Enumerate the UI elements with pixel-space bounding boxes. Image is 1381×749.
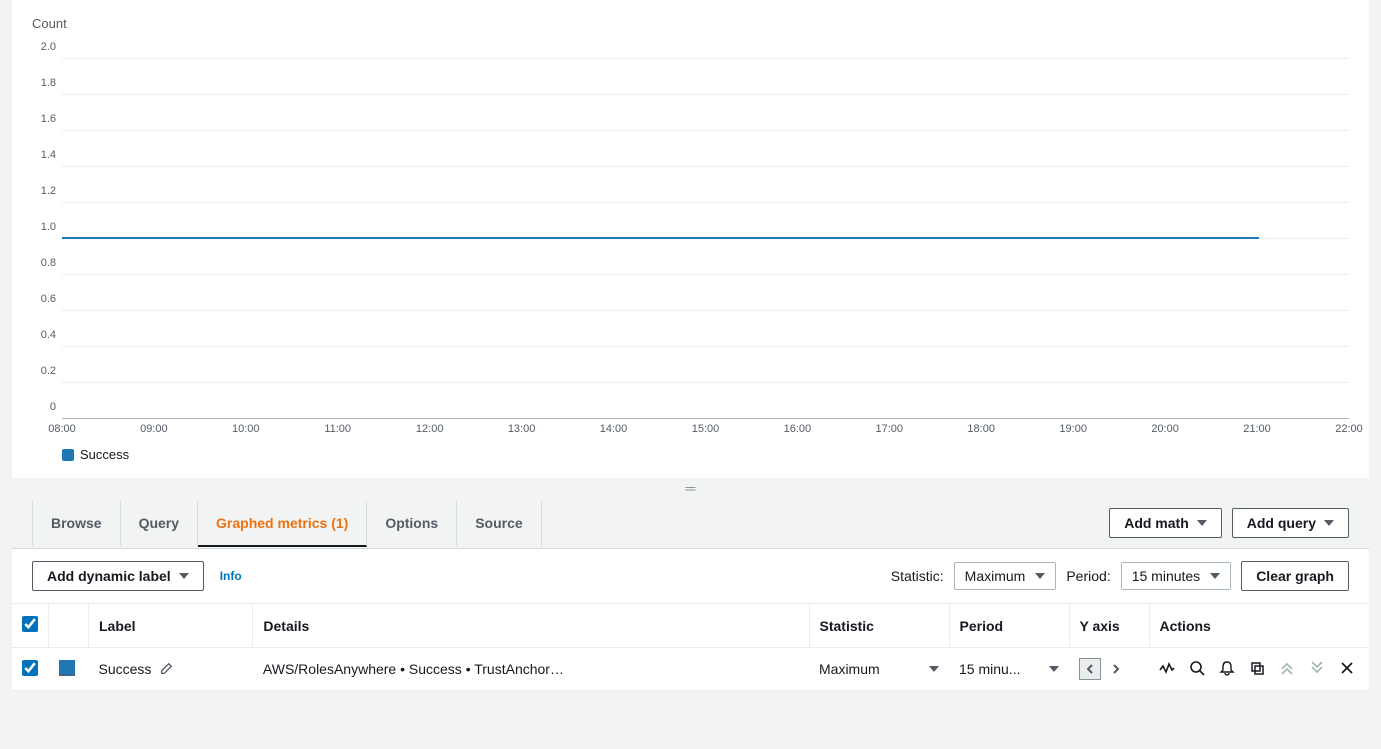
x-tick: 19:00 xyxy=(1059,423,1087,435)
chevron-left-icon xyxy=(1085,664,1095,674)
button-label: Add dynamic label xyxy=(47,568,171,584)
tab-source[interactable]: Source xyxy=(457,501,541,546)
table-row: Success AWS/RolesAnywhere • Success • Tr… xyxy=(12,648,1369,691)
y-tick: 1.8 xyxy=(32,77,56,89)
legend-swatch xyxy=(62,449,74,461)
table-header-row: Label Details Statistic Period Y axis Ac… xyxy=(12,604,1369,648)
y-tick: 0.4 xyxy=(32,329,56,341)
metric-label: Success xyxy=(99,661,152,677)
resize-handle-icon[interactable]: ═ xyxy=(0,478,1381,498)
search-icon[interactable] xyxy=(1189,660,1205,676)
duplicate-icon[interactable] xyxy=(1249,660,1265,676)
series-color-swatch[interactable] xyxy=(59,660,75,676)
info-link[interactable]: Info xyxy=(220,569,242,583)
col-label: Label xyxy=(89,604,253,648)
select-value: 15 minu... xyxy=(959,661,1020,677)
chart-panel: Count 0 0.2 0.4 0.6 0.8 1.0 1.2 1.4 1.6 … xyxy=(12,0,1369,478)
tab-browse[interactable]: Browse xyxy=(32,501,121,546)
y-tick: 1.2 xyxy=(32,185,56,197)
select-value: Maximum xyxy=(965,568,1026,584)
chart-area[interactable]: 0 0.2 0.4 0.6 0.8 1.0 1.2 1.4 1.6 1.8 2.… xyxy=(62,39,1349,439)
metrics-table: Label Details Statistic Period Y axis Ac… xyxy=(12,604,1369,691)
y-tick: 1.4 xyxy=(32,149,56,161)
chart-y-axis-title: Count xyxy=(32,16,1349,31)
edit-icon[interactable] xyxy=(159,662,173,676)
tab-query[interactable]: Query xyxy=(121,501,198,546)
select-all-checkbox[interactable] xyxy=(22,616,38,632)
tab-graphed-metrics[interactable]: Graphed metrics (1) xyxy=(198,501,367,547)
select-value: 15 minutes xyxy=(1132,568,1200,584)
legend-label: Success xyxy=(80,447,129,462)
add-math-button[interactable]: Add math xyxy=(1109,508,1222,538)
controls-row: Add dynamic label Info Statistic: Maximu… xyxy=(12,549,1369,604)
tabs-row: Browse Query Graphed metrics (1) Options… xyxy=(12,498,1369,549)
x-ticks: 08:00 09:00 10:00 11:00 12:00 13:00 14:0… xyxy=(62,423,1349,439)
x-tick: 09:00 xyxy=(140,423,168,435)
caret-down-icon xyxy=(929,666,939,672)
col-statistic: Statistic xyxy=(809,604,949,648)
caret-down-icon xyxy=(1049,666,1059,672)
chart-legend: Success xyxy=(62,447,1349,462)
y-tick: 0.8 xyxy=(32,257,56,269)
anomaly-detection-icon[interactable] xyxy=(1159,660,1175,676)
button-label: Add query xyxy=(1247,515,1316,531)
x-tick: 08:00 xyxy=(48,423,76,435)
clear-graph-button[interactable]: Clear graph xyxy=(1241,561,1349,591)
y-tick: 1.0 xyxy=(32,221,56,233)
col-yaxis: Y axis xyxy=(1069,604,1149,648)
metric-details: AWS/RolesAnywhere • Success • TrustAncho… xyxy=(263,661,564,677)
move-down-icon[interactable] xyxy=(1309,660,1325,676)
x-tick: 20:00 xyxy=(1151,423,1179,435)
select-value: Maximum xyxy=(819,661,880,677)
row-checkbox[interactable] xyxy=(22,660,38,676)
x-tick: 11:00 xyxy=(324,423,351,435)
x-tick: 21:00 xyxy=(1243,423,1271,435)
chevron-right-icon xyxy=(1111,664,1121,674)
add-dynamic-label-button[interactable]: Add dynamic label xyxy=(32,561,204,591)
caret-down-icon xyxy=(179,573,189,579)
x-tick: 16:00 xyxy=(784,423,812,435)
x-tick: 17:00 xyxy=(876,423,904,435)
x-tick: 14:00 xyxy=(600,423,628,435)
add-query-button[interactable]: Add query xyxy=(1232,508,1349,538)
move-up-icon[interactable] xyxy=(1279,660,1295,676)
yaxis-left-button[interactable] xyxy=(1079,658,1101,680)
col-actions: Actions xyxy=(1149,604,1369,648)
y-tick: 1.6 xyxy=(32,113,56,125)
button-label: Clear graph xyxy=(1256,568,1334,584)
caret-down-icon xyxy=(1035,573,1045,579)
col-details: Details xyxy=(253,604,809,648)
statistic-select[interactable]: Maximum xyxy=(954,562,1057,590)
alarm-bell-icon[interactable] xyxy=(1219,660,1235,676)
y-tick: 0.6 xyxy=(32,293,56,305)
remove-icon[interactable] xyxy=(1339,660,1355,676)
x-tick: 12:00 xyxy=(416,423,444,435)
tabs: Browse Query Graphed metrics (1) Options… xyxy=(32,501,542,546)
x-tick: 15:00 xyxy=(692,423,720,435)
period-select[interactable]: 15 minutes xyxy=(1121,562,1231,590)
y-tick: 0.2 xyxy=(32,365,56,377)
x-tick: 18:00 xyxy=(967,423,995,435)
chart-series-line xyxy=(62,237,1259,239)
x-axis xyxy=(62,418,1349,419)
button-label: Add math xyxy=(1124,515,1189,531)
x-tick: 22:00 xyxy=(1335,423,1363,435)
y-tick: 2.0 xyxy=(32,41,56,53)
statistic-label: Statistic: xyxy=(891,568,944,584)
row-statistic-select[interactable]: Maximum xyxy=(819,661,939,677)
row-period-select[interactable]: 15 minu... xyxy=(959,661,1059,677)
x-tick: 10:00 xyxy=(232,423,260,435)
tab-options[interactable]: Options xyxy=(367,501,457,546)
caret-down-icon xyxy=(1210,573,1220,579)
col-period: Period xyxy=(949,604,1069,648)
x-tick: 13:00 xyxy=(508,423,536,435)
caret-down-icon xyxy=(1324,520,1334,526)
y-tick: 0 xyxy=(32,401,56,413)
caret-down-icon xyxy=(1197,520,1207,526)
yaxis-right-button[interactable] xyxy=(1105,658,1127,680)
period-label: Period: xyxy=(1066,568,1110,584)
